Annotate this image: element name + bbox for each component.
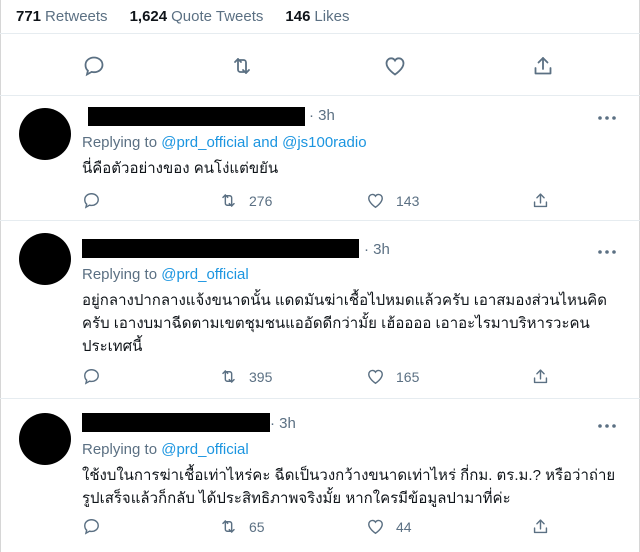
engagement-stats: 771 Retweets 1,624 Quote Tweets 146 Likes bbox=[0, 0, 640, 34]
mention-link[interactable]: @prd_official bbox=[161, 266, 249, 283]
like-icon bbox=[368, 519, 383, 535]
main-tweet-actions bbox=[0, 34, 640, 96]
more-icon[interactable] bbox=[596, 419, 618, 433]
tweet-time[interactable]: · 3h bbox=[364, 241, 390, 258]
reply-icon bbox=[84, 369, 99, 385]
mention-link[interactable]: @prd_official bbox=[161, 134, 249, 151]
tweet-text: อยู่กลางปากลางแจ้งขนาดนั้น แดดมันฆ่าเชื้… bbox=[82, 292, 607, 355]
retweet-count: 395 bbox=[249, 368, 273, 385]
tweet-time[interactable]: · 3h bbox=[309, 107, 335, 124]
mention-link[interactable]: @js100radio bbox=[282, 134, 366, 151]
like-count: 143 bbox=[396, 192, 420, 209]
mention-conjunction: and bbox=[252, 134, 278, 151]
share-icon bbox=[533, 193, 548, 208]
reply-icon[interactable] bbox=[82, 54, 106, 78]
share-button[interactable] bbox=[531, 517, 550, 536]
like-icon bbox=[368, 369, 383, 385]
likes-label: Likes bbox=[314, 8, 350, 25]
avatar[interactable] bbox=[19, 108, 71, 160]
redacted-username bbox=[82, 239, 359, 258]
redacted-username bbox=[88, 107, 305, 126]
like-count: 165 bbox=[396, 368, 420, 385]
retweet-icon bbox=[222, 194, 235, 207]
quote-tweets-label: Quote Tweets bbox=[171, 8, 264, 25]
avatar[interactable] bbox=[19, 233, 71, 285]
replying-to-line: Replying to @prd_official bbox=[82, 441, 249, 458]
reply-tweet[interactable]: · 3h Replying to @prd_official อยู่กลางป… bbox=[0, 221, 640, 399]
replying-to-line: Replying to @prd_official and @js100radi… bbox=[82, 134, 367, 151]
retweet-count: 276 bbox=[249, 192, 273, 209]
replying-to-label: Replying to bbox=[82, 266, 158, 283]
replying-to-line: Replying to @prd_official bbox=[82, 266, 249, 283]
like-button[interactable]: 44 bbox=[366, 517, 412, 536]
mention-link[interactable]: @prd_official bbox=[161, 441, 249, 458]
retweet-button[interactable]: 276 bbox=[219, 191, 272, 210]
retweet-icon[interactable] bbox=[230, 54, 254, 78]
replying-to-label: Replying to bbox=[82, 134, 158, 151]
likes-count: 146 bbox=[285, 8, 311, 25]
retweet-button[interactable]: 395 bbox=[219, 367, 272, 386]
reply-tweet[interactable]: · 3h Replying to @prd_official and @js10… bbox=[0, 96, 640, 221]
reply-button[interactable] bbox=[82, 367, 101, 386]
reply-button[interactable] bbox=[82, 191, 101, 210]
tweet-time[interactable]: · 3h bbox=[270, 415, 296, 432]
avatar[interactable] bbox=[19, 413, 71, 465]
retweet-icon bbox=[222, 520, 235, 533]
share-button[interactable] bbox=[531, 191, 550, 210]
retweet-count: 65 bbox=[249, 518, 265, 535]
like-icon[interactable] bbox=[383, 54, 407, 78]
share-button[interactable] bbox=[531, 367, 550, 386]
reply-button[interactable] bbox=[82, 517, 101, 536]
retweets-stat[interactable]: 771 Retweets bbox=[16, 8, 108, 25]
retweet-button[interactable]: 65 bbox=[219, 517, 265, 536]
retweets-label: Retweets bbox=[45, 8, 108, 25]
tweet-text: ใช้งบในการฆ่าเชื้อเท่าไหร่คะ ฉีดเป็นวงกว… bbox=[82, 467, 616, 507]
quote-tweets-stat[interactable]: 1,624 Quote Tweets bbox=[130, 8, 264, 25]
reply-tweet[interactable]: · 3h Replying to @prd_official ใช้งบในกา… bbox=[0, 399, 640, 552]
tweet-text: นี่คือตัวอย่างของ คนโง่แต่ขยัน bbox=[82, 160, 279, 177]
more-icon[interactable] bbox=[596, 245, 618, 259]
redacted-username bbox=[82, 413, 270, 432]
tweet-detail-panel: 771 Retweets 1,624 Quote Tweets 146 Likes ·… bbox=[0, 0, 640, 552]
share-icon bbox=[533, 369, 548, 384]
retweets-count: 771 bbox=[16, 8, 42, 25]
like-button[interactable]: 165 bbox=[366, 367, 419, 386]
like-count: 44 bbox=[396, 518, 412, 535]
like-button[interactable]: 143 bbox=[366, 191, 419, 210]
reply-icon bbox=[84, 519, 99, 535]
reply-icon bbox=[84, 193, 99, 209]
more-icon[interactable] bbox=[596, 111, 618, 125]
like-icon bbox=[368, 193, 383, 209]
replying-to-label: Replying to bbox=[82, 441, 158, 458]
quote-tweets-count: 1,624 bbox=[129, 8, 168, 25]
retweet-icon bbox=[222, 370, 235, 383]
likes-stat[interactable]: 146 Likes bbox=[285, 8, 349, 25]
share-icon bbox=[533, 519, 548, 534]
share-icon[interactable] bbox=[531, 54, 555, 78]
